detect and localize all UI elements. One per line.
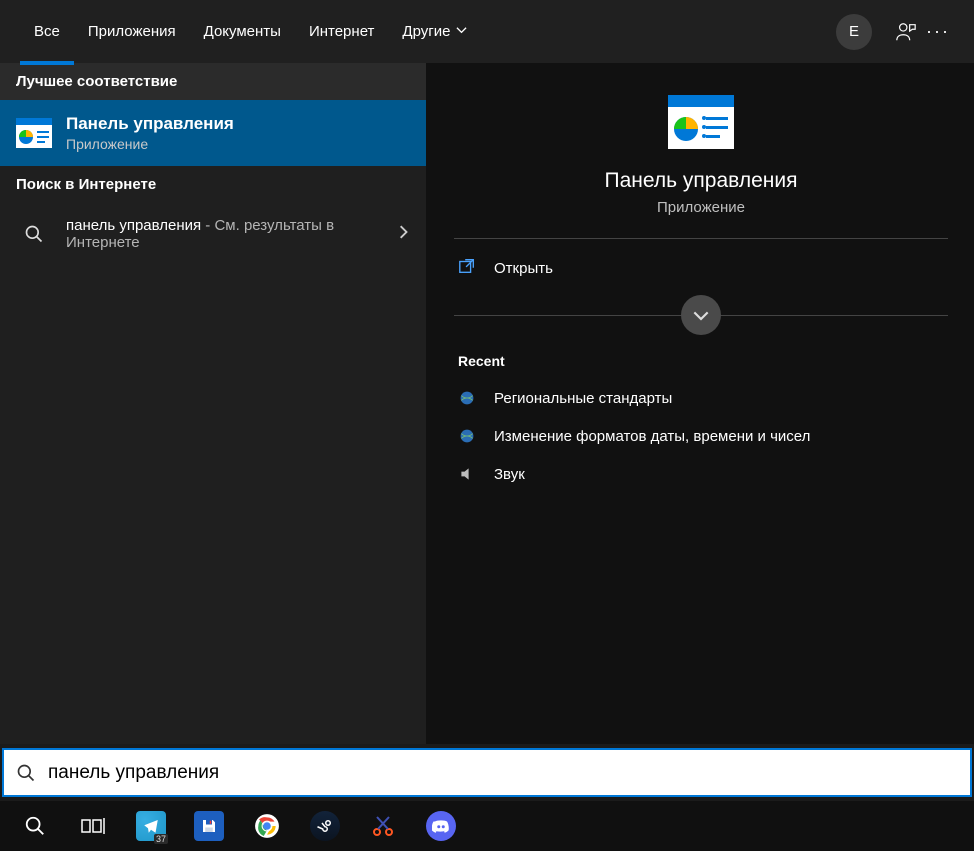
feedback-icon[interactable] <box>890 21 922 43</box>
search-icon <box>16 218 52 250</box>
web-search-result[interactable]: панель управления - См. результаты в Инт… <box>0 203 426 265</box>
open-icon <box>458 257 476 279</box>
preview-subtitle: Приложение <box>657 199 745 216</box>
more-options-icon[interactable]: ··· <box>922 21 954 42</box>
expand-button[interactable] <box>681 295 721 335</box>
recent-label: Изменение форматов даты, времени и чисел <box>494 428 810 445</box>
open-action[interactable]: Открыть <box>454 239 948 297</box>
task-view-button[interactable] <box>66 804 120 848</box>
tab-apps[interactable]: Приложения <box>74 2 190 65</box>
taskbar-app-steam[interactable] <box>298 804 352 848</box>
recent-label: Региональные стандарты <box>494 390 672 407</box>
taskbar-app-discord[interactable] <box>414 804 468 848</box>
speaker-icon <box>458 465 476 483</box>
chevron-right-icon <box>396 225 410 244</box>
search-bar <box>0 744 974 801</box>
result-subtitle: Приложение <box>66 136 410 152</box>
results-panel: Лучшее соответствие Панель уп <box>0 63 426 744</box>
preview-title: Панель управления <box>605 169 798 193</box>
taskbar-app-snip[interactable] <box>356 804 410 848</box>
badge-count: 37 <box>154 834 168 844</box>
recent-label: Звук <box>494 466 525 483</box>
search-box[interactable] <box>2 748 972 797</box>
open-label: Открыть <box>494 260 553 277</box>
search-icon <box>4 763 48 783</box>
tab-internet[interactable]: Интернет <box>295 2 388 65</box>
preview-app-icon <box>668 95 734 149</box>
taskbar-app-telegram[interactable]: 37 <box>124 804 178 848</box>
taskbar-app-chrome[interactable] <box>240 804 294 848</box>
search-flyout: Все Приложения Документы Интернет Другие… <box>0 0 974 744</box>
taskbar: 37 <box>0 801 974 851</box>
web-search-header: Поиск в Интернете <box>0 166 426 203</box>
taskbar-search-button[interactable] <box>8 804 62 848</box>
taskbar-app-save[interactable] <box>182 804 236 848</box>
search-input[interactable] <box>48 750 970 795</box>
globe-icon <box>458 427 476 445</box>
recent-header: Recent <box>454 335 948 379</box>
tab-more[interactable]: Другие <box>388 2 481 65</box>
result-title: Панель управления <box>66 114 410 134</box>
best-match-header: Лучшее соответствие <box>0 63 426 100</box>
globe-icon <box>458 389 476 407</box>
recent-item[interactable]: Звук <box>454 455 948 493</box>
recent-item[interactable]: Изменение форматов даты, времени и чисел <box>454 417 948 455</box>
preview-panel: Панель управления Приложение Открыть Rec… <box>426 63 974 744</box>
user-avatar[interactable]: E <box>836 14 872 50</box>
control-panel-icon <box>16 117 52 149</box>
tab-all[interactable]: Все <box>20 2 74 65</box>
tab-documents[interactable]: Документы <box>190 2 295 65</box>
chevron-down-icon <box>456 23 467 40</box>
web-result-query: панель управления <box>66 217 201 234</box>
scope-tabs: Все Приложения Документы Интернет Другие… <box>0 0 974 63</box>
recent-item[interactable]: Региональные стандарты <box>454 379 948 417</box>
best-match-result[interactable]: Панель управления Приложение <box>0 100 426 166</box>
expand-actions <box>454 295 948 335</box>
